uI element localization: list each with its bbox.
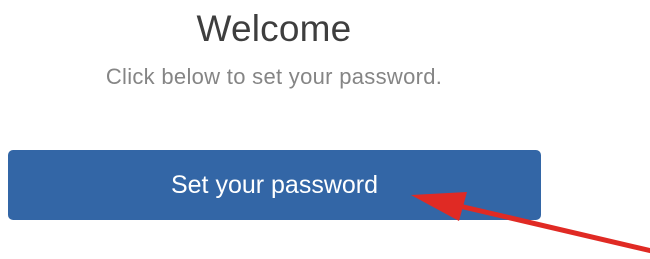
set-password-button[interactable]: Set your password: [8, 150, 541, 220]
welcome-page: Welcome Click below to set your password…: [0, 0, 650, 259]
welcome-title: Welcome: [196, 8, 352, 49]
welcome-subtitle: Click below to set your password.: [105, 64, 443, 89]
